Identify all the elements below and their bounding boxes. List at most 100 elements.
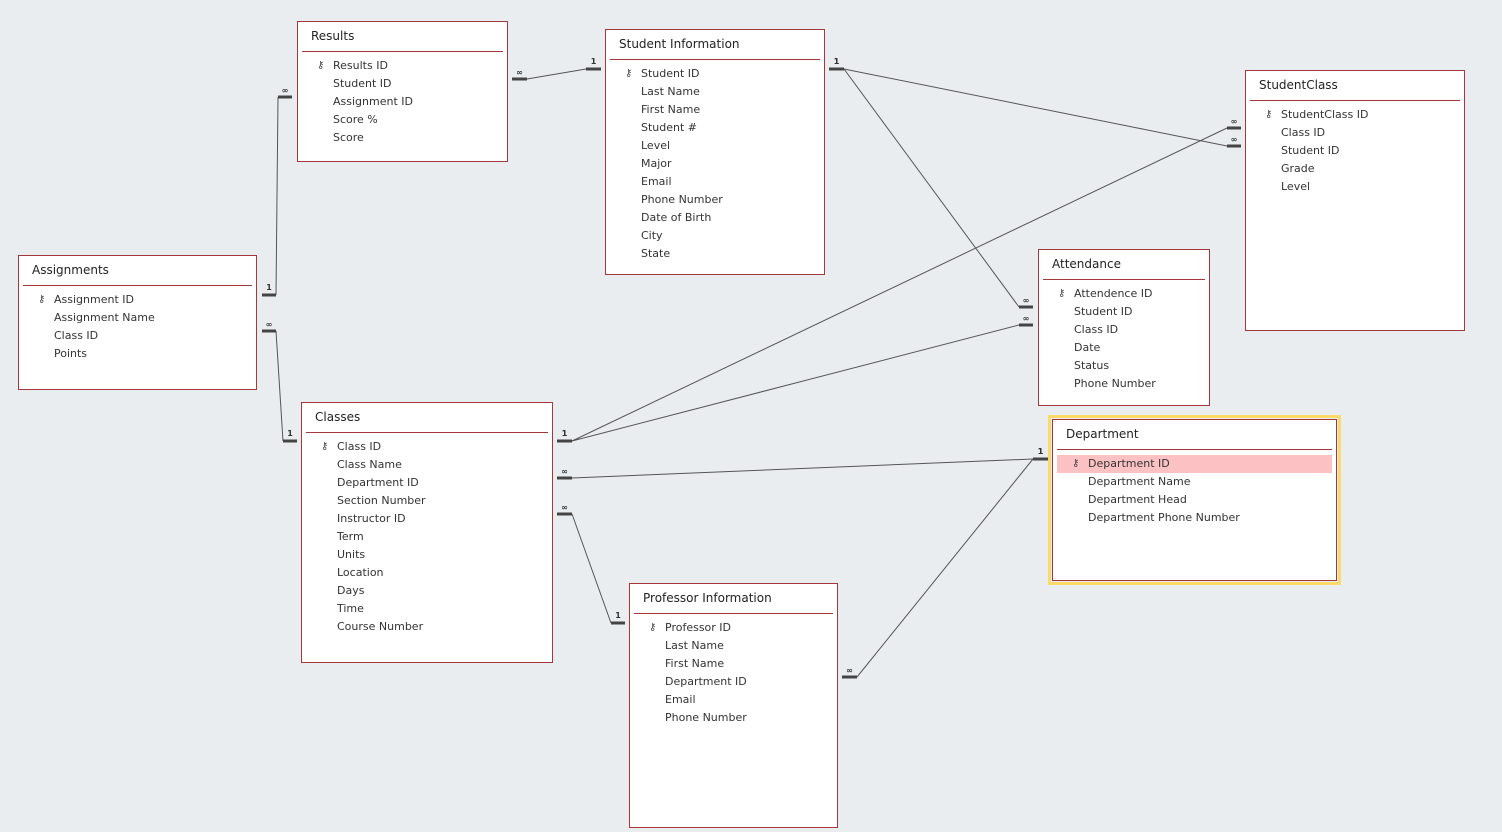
relationship-line[interactable] bbox=[275, 330, 284, 442]
field-row[interactable]: Assignment Name bbox=[23, 309, 252, 327]
field-row[interactable]: Level bbox=[610, 137, 820, 155]
field-row[interactable]: ⚷ Department ID bbox=[1057, 455, 1332, 473]
table-studentclass[interactable]: StudentClass ⚷ StudentClass ID Class ID Stud… bbox=[1245, 70, 1465, 331]
field-name: First Name bbox=[641, 103, 701, 116]
field-row[interactable]: Department Name bbox=[1057, 473, 1332, 491]
field-row[interactable]: ⚷ Student ID bbox=[610, 65, 820, 83]
field-row[interactable]: Class Name bbox=[306, 456, 548, 474]
field-row[interactable]: State bbox=[610, 245, 820, 263]
field-row[interactable]: Date bbox=[1043, 339, 1205, 357]
table-classes[interactable]: Classes ⚷ Class ID Class Name Department ID S… bbox=[301, 402, 553, 663]
field-name: Section Number bbox=[337, 494, 426, 507]
relationship-line[interactable] bbox=[843, 68, 1228, 147]
field-row[interactable]: City bbox=[610, 227, 820, 245]
relationship-line[interactable] bbox=[275, 96, 279, 296]
table-title[interactable]: Department bbox=[1066, 427, 1139, 441]
field-row[interactable]: Email bbox=[610, 173, 820, 191]
field-row[interactable]: Student # bbox=[610, 119, 820, 137]
table-assignments[interactable]: Assignments ⚷ Assignment ID Assignment Name… bbox=[18, 255, 257, 390]
field-row[interactable]: ⚷ Class ID bbox=[306, 438, 548, 456]
field-row[interactable]: ⚷ Results ID bbox=[302, 57, 503, 75]
field-row[interactable]: ⚷ Attendence ID bbox=[1043, 285, 1205, 303]
table-title[interactable]: Assignments bbox=[32, 263, 109, 277]
many-end-stub bbox=[512, 77, 527, 81]
field-row[interactable]: Class ID bbox=[1043, 321, 1205, 339]
field-row[interactable]: Department Head bbox=[1057, 491, 1332, 509]
field-row[interactable]: Phone Number bbox=[1043, 375, 1205, 393]
field-row[interactable]: Assignment ID bbox=[302, 93, 503, 111]
field-row[interactable]: Email bbox=[634, 691, 833, 709]
relationship-line[interactable] bbox=[571, 324, 1020, 442]
field-row[interactable]: Student ID bbox=[1250, 142, 1460, 160]
relationship-line[interactable] bbox=[526, 68, 587, 80]
field-row[interactable]: ⚷ StudentClass ID bbox=[1250, 106, 1460, 124]
table-attendance[interactable]: Attendance ⚷ Attendence ID Student ID Class … bbox=[1038, 249, 1210, 406]
table-department[interactable]: Department ⚷ Department ID Department Name D… bbox=[1048, 415, 1341, 585]
field-row[interactable]: Units bbox=[306, 546, 548, 564]
field-row[interactable]: Status bbox=[1043, 357, 1205, 375]
table-title[interactable]: Results bbox=[311, 29, 354, 43]
relationship-line[interactable] bbox=[571, 458, 1034, 479]
table-title[interactable]: StudentClass bbox=[1259, 78, 1338, 92]
many-end-stub bbox=[278, 95, 292, 99]
field-row[interactable]: Score bbox=[302, 129, 503, 147]
field-row[interactable]: Section Number bbox=[306, 492, 548, 510]
field-name: Units bbox=[337, 548, 366, 561]
table-results[interactable]: Results ⚷ Results ID Student ID Assignment I… bbox=[297, 21, 508, 162]
field-row[interactable]: Student ID bbox=[302, 75, 503, 93]
field-row[interactable]: Last Name bbox=[610, 83, 820, 101]
field-row[interactable]: Major bbox=[610, 155, 820, 173]
field-row[interactable]: Department Phone Number bbox=[1057, 509, 1332, 527]
field-list: ⚷ Department ID Department Name Department … bbox=[1057, 450, 1332, 527]
field-row[interactable]: Score % bbox=[302, 111, 503, 129]
field-row[interactable]: Department ID bbox=[634, 673, 833, 691]
field-row[interactable]: First Name bbox=[610, 101, 820, 119]
table-title[interactable]: Student Information bbox=[619, 37, 740, 51]
field-name: Email bbox=[641, 175, 672, 188]
field-name: Term bbox=[337, 530, 364, 543]
field-name: Department ID bbox=[1088, 457, 1170, 470]
relationship-line[interactable] bbox=[843, 68, 1020, 308]
relationship-line[interactable] bbox=[571, 513, 612, 624]
field-row[interactable]: Grade bbox=[1250, 160, 1460, 178]
table-student-information[interactable]: Student Information ⚷ Student ID Last Name F… bbox=[605, 29, 825, 275]
field-list: ⚷ Student ID Last Name First Name Student # L… bbox=[610, 60, 820, 263]
field-row[interactable]: Instructor ID bbox=[306, 510, 548, 528]
relationship-line[interactable] bbox=[856, 458, 1034, 678]
many-end-stub bbox=[1227, 126, 1241, 130]
field-name: Points bbox=[54, 347, 88, 360]
field-row[interactable]: Class ID bbox=[1250, 124, 1460, 142]
field-name: Level bbox=[641, 139, 671, 152]
field-row[interactable]: ⚷ Professor ID bbox=[634, 619, 833, 637]
field-name: StudentClass ID bbox=[1281, 108, 1369, 121]
field-row[interactable]: Student ID bbox=[1043, 303, 1205, 321]
field-name: Grade bbox=[1281, 162, 1315, 175]
field-row[interactable]: Days bbox=[306, 582, 548, 600]
field-row[interactable]: Phone Number bbox=[610, 191, 820, 209]
cardinality-one-label: 1 bbox=[287, 429, 293, 438]
field-row[interactable]: First Name bbox=[634, 655, 833, 673]
field-row[interactable]: Level bbox=[1250, 178, 1460, 196]
table-professor-information[interactable]: Professor Information ⚷ Professor ID Last N… bbox=[629, 583, 838, 828]
cardinality-many-label: ∞ bbox=[516, 68, 523, 77]
field-row[interactable]: Phone Number bbox=[634, 709, 833, 727]
field-row[interactable]: Department ID bbox=[306, 474, 548, 492]
field-row[interactable]: Class ID bbox=[23, 327, 252, 345]
cardinality-one-label: 1 bbox=[1038, 447, 1044, 456]
field-row[interactable]: Time bbox=[306, 600, 548, 618]
field-row[interactable]: Points bbox=[23, 345, 252, 363]
field-list: ⚷ Professor ID Last Name First Name Departme… bbox=[634, 614, 833, 727]
field-row[interactable]: Term bbox=[306, 528, 548, 546]
field-row[interactable]: Date of Birth bbox=[610, 209, 820, 227]
field-name: Student ID bbox=[1281, 144, 1340, 157]
field-row[interactable]: ⚷ Assignment ID bbox=[23, 291, 252, 309]
key-icon: ⚷ bbox=[1265, 109, 1273, 120]
one-end-stub bbox=[611, 621, 625, 625]
table-title[interactable]: Professor Information bbox=[643, 591, 772, 605]
table-title[interactable]: Classes bbox=[315, 410, 360, 424]
field-row[interactable]: Last Name bbox=[634, 637, 833, 655]
field-row[interactable]: Course Number bbox=[306, 618, 548, 636]
field-row[interactable]: Location bbox=[306, 564, 548, 582]
field-name: Class ID bbox=[1074, 323, 1119, 336]
table-title[interactable]: Attendance bbox=[1052, 257, 1121, 271]
